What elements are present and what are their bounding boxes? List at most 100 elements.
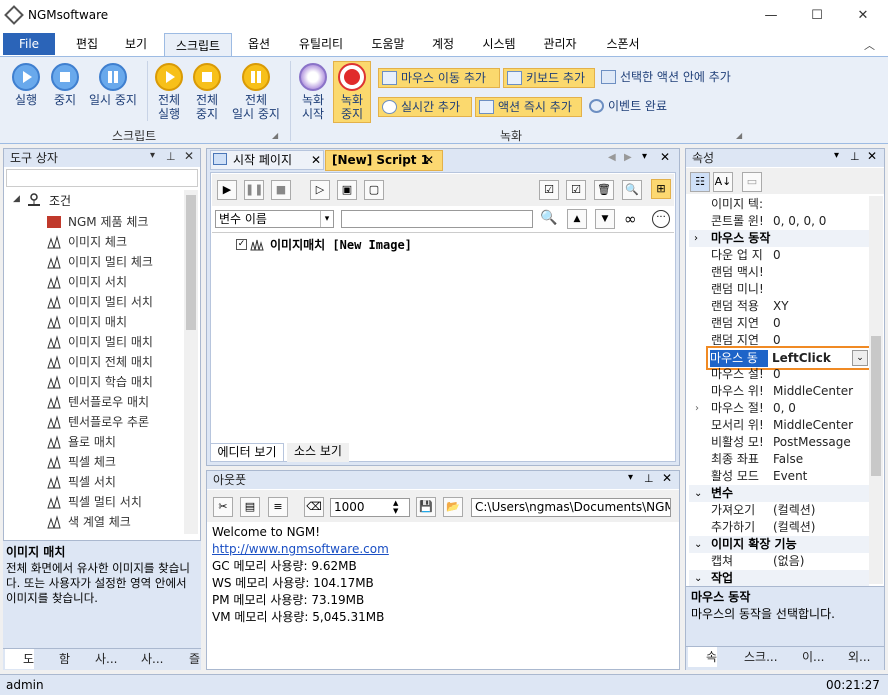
toolbox-item[interactable]: 이미지 전체 매치 — [46, 352, 184, 372]
categorized-icon[interactable]: ☷ — [690, 172, 710, 192]
add-mouse-move-button[interactable]: 마우스 이동 추가 — [378, 68, 500, 88]
tab-scripts[interactable]: 스크... — [726, 647, 778, 667]
find-icon[interactable]: 🔍 — [622, 180, 642, 200]
editor-run-icon[interactable]: ▶ — [217, 180, 237, 200]
tab-start-page[interactable]: 시작 페이지 ✕ — [210, 150, 324, 170]
property-row[interactable]: 최종 좌표 False — [689, 451, 869, 468]
toolbox-item[interactable]: 이미지 체크 — [46, 232, 184, 252]
editor-run-selected-icon[interactable]: ▢ — [364, 180, 384, 200]
add-action-now-button[interactable]: 액션 즉시 추가 — [475, 97, 582, 117]
property-row[interactable]: 랜덤 맥시! — [689, 264, 869, 281]
toolbox-item[interactable]: 이미지 서치 — [46, 272, 184, 292]
pause-all-button[interactable]: 전체 일시 중지 — [228, 63, 284, 121]
tree-view-icon[interactable]: ⊞ — [651, 179, 671, 199]
pin-icon[interactable]: ⊥ — [644, 472, 654, 485]
property-row[interactable]: 랜덤 적용 XY — [689, 298, 869, 315]
tab-external[interactable]: 외... — [830, 647, 870, 667]
property-row[interactable]: › 마우스 절! 0, 0 — [689, 400, 869, 417]
folder-icon[interactable]: 📂 — [443, 497, 463, 517]
script-node-label[interactable]: 이미지매치 [New Image] — [270, 236, 412, 253]
check-icon[interactable]: ☑ — [566, 180, 586, 200]
check-all-icon[interactable]: ☑ — [539, 180, 559, 200]
editor-stop-icon[interactable]: ■ — [271, 180, 291, 200]
tab-properties[interactable]: 속 — [688, 647, 718, 667]
property-row[interactable]: 모서리 위! MiddleCenter — [689, 417, 869, 434]
property-row[interactable]: 활성 모드 Event — [689, 468, 869, 485]
run-button[interactable]: 실행 — [8, 63, 44, 107]
property-row[interactable]: 다운 업 지 0 — [689, 247, 869, 264]
expand-chevron-icon[interactable]: ⌄ — [694, 536, 702, 553]
stop-all-button[interactable]: 전체 중지 — [190, 63, 224, 121]
expand-chevron-icon[interactable]: ⌄ — [694, 485, 702, 502]
property-category[interactable]: ⌄ 변수 — [689, 485, 869, 502]
pane-menu-icon[interactable]: ▾ — [628, 472, 633, 483]
toolbox-item[interactable]: 이미지 매치 — [46, 312, 184, 332]
dialog-launcher-icon[interactable]: ◢ — [736, 131, 742, 140]
pane-close-icon[interactable]: ✕ — [662, 471, 672, 485]
toolbox-item[interactable]: 색 계열 체크 — [46, 512, 184, 532]
property-row[interactable]: 이미지 텍: — [689, 196, 869, 213]
document-close-icon[interactable]: ✕ — [660, 150, 670, 164]
tab-admin[interactable]: 관리자 — [532, 32, 588, 56]
add-in-selected-button[interactable]: 선택한 액션 안에 추가 — [598, 68, 748, 88]
tab-system[interactable]: 시스템 — [472, 32, 526, 56]
add-keyboard-button[interactable]: 키보드 추가 — [503, 68, 595, 88]
property-pages-icon[interactable]: ▭ — [742, 172, 762, 192]
tab-edit[interactable]: 편집 — [62, 32, 112, 56]
tab-dictionary[interactable]: 사... — [123, 649, 163, 669]
toolbox-item[interactable]: 픽셀 멀티 서치 — [46, 492, 184, 512]
toolbox-item[interactable]: 텐서플로우 매치 — [46, 392, 184, 412]
delete-icon[interactable]: 🗑 — [594, 180, 614, 200]
expand-chevron-icon[interactable]: › — [694, 230, 698, 247]
editor-step-icon[interactable]: ▷ — [310, 180, 330, 200]
node-checkbox[interactable]: ✓ — [236, 239, 247, 250]
scrollbar-thumb[interactable] — [186, 195, 196, 330]
tab-editor-view[interactable]: 에디터 보기 — [210, 443, 284, 462]
log-count-input[interactable]: 1000 ▲ ▼ — [330, 498, 410, 517]
search-icon[interactable]: 🔍 — [540, 210, 557, 226]
tab-scroll-right-icon[interactable]: ▶ — [624, 152, 632, 163]
property-row[interactable]: 랜덤 미니! — [689, 281, 869, 298]
chevron-down-icon[interactable]: ⌄ — [852, 350, 868, 366]
expand-chevron-icon[interactable]: › — [695, 400, 699, 417]
tab-file[interactable]: File — [3, 33, 55, 55]
tab-list-icon[interactable]: ▾ — [642, 151, 647, 162]
toolbox-item[interactable]: NGM 제품 체크 — [46, 212, 184, 232]
property-row[interactable]: 마우스 위! MiddleCenter — [689, 383, 869, 400]
add-realtime-button[interactable]: 실시간 추가 — [378, 97, 472, 117]
property-row[interactable]: 랜덤 지연 0 — [689, 315, 869, 332]
tab-script[interactable]: 스크립트 — [164, 33, 232, 57]
toolbox-search-input[interactable] — [6, 169, 198, 187]
list-icon[interactable]: ≡ — [268, 497, 288, 517]
toolbox-item[interactable]: 욜로 매치 — [46, 432, 184, 452]
tab-favorites[interactable]: 즐 — [171, 649, 200, 669]
toolbox-item[interactable]: 픽셀 서치 — [46, 472, 184, 492]
pane-menu-icon[interactable]: ▾ — [834, 150, 839, 161]
save-icon[interactable]: 💾 — [416, 497, 436, 517]
stepper-icon[interactable]: ▲ ▼ — [393, 499, 398, 515]
tab-toolbox[interactable]: 도 — [5, 649, 35, 669]
tab-account[interactable]: 계정 — [420, 32, 466, 56]
alphabetical-icon[interactable]: A↓ — [713, 172, 733, 192]
expand-chevron-icon[interactable]: ⌄ — [694, 570, 702, 587]
dialog-launcher-icon[interactable]: ◢ — [272, 131, 278, 140]
log-path-input[interactable]: C:\Users\ngmas\Documents\NGM6\ — [471, 498, 671, 517]
stop-button[interactable]: 중지 — [48, 63, 82, 107]
toolbox-item[interactable]: 이미지 멀티 서치 — [46, 292, 184, 312]
pin-icon[interactable]: ⊥ — [166, 150, 176, 163]
loop-icon[interactable]: ∞ — [624, 210, 637, 228]
run-all-button[interactable]: 전체 실행 — [152, 63, 186, 121]
property-row[interactable]: 마우스 설! 0 — [689, 366, 869, 383]
pin-icon[interactable]: ⊥ — [850, 150, 860, 163]
more-icon[interactable]: ··· — [652, 210, 670, 228]
property-category[interactable]: ⌄ 작업 — [689, 570, 869, 587]
close-icon[interactable]: ✕ — [311, 151, 321, 169]
toolbox-item[interactable]: 이미지 학습 매치 — [46, 372, 184, 392]
move-down-icon[interactable]: ▼ — [595, 209, 615, 229]
tab-view[interactable]: 보기 — [112, 32, 160, 56]
property-row[interactable]: 가져오기 (컬렉션) — [689, 502, 869, 519]
record-start-button[interactable]: 녹화 시작 — [296, 63, 330, 121]
toolbox-item[interactable]: 텐서플로우 추론 — [46, 412, 184, 432]
close-button[interactable]: ✕ — [840, 0, 886, 32]
ribbon-collapse-icon[interactable]: ︿ — [864, 37, 875, 53]
